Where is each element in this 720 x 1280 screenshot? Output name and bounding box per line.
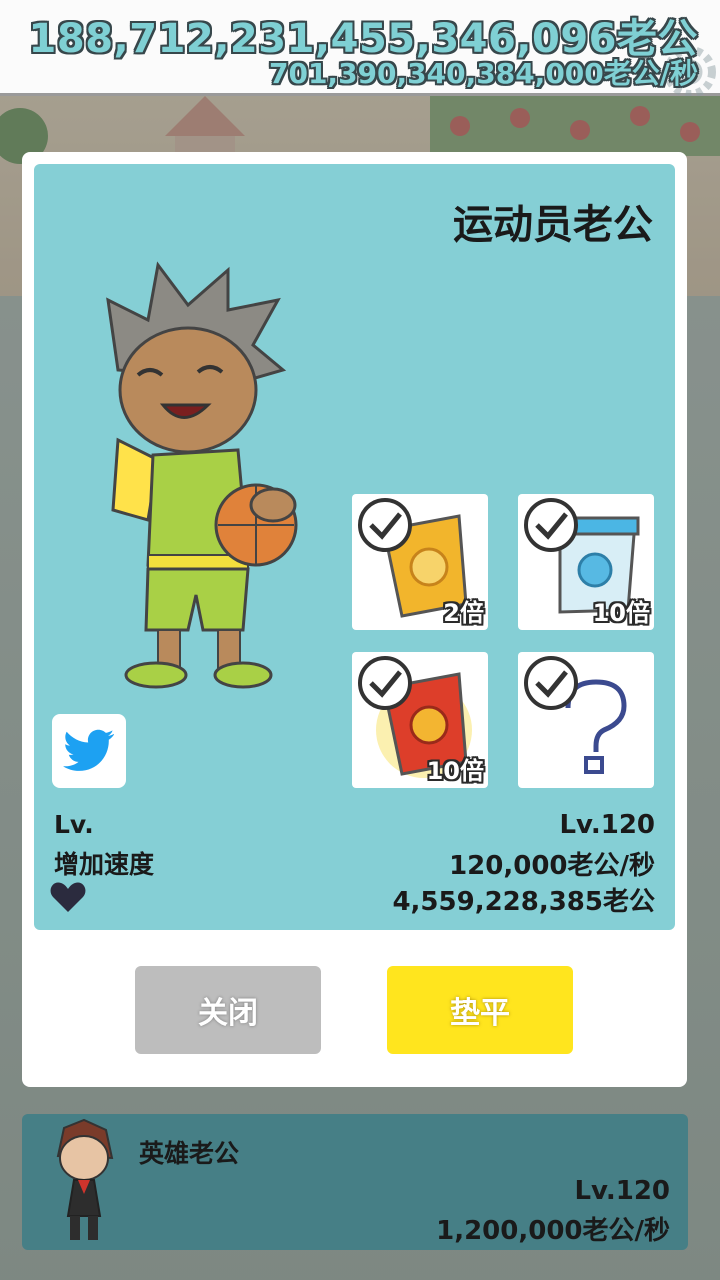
- level-up-button[interactable]: 垫平: [387, 966, 573, 1054]
- total-rate: 701,390,340,384,000老公/秒: [268, 57, 698, 90]
- item-slot-gold-cup[interactable]: 2倍: [352, 494, 488, 630]
- item-slot-blue-cup[interactable]: 10倍: [518, 494, 654, 630]
- character-card: 运动员老公 2倍 10倍 10倍 Lv. Lv.120 增加速度 120,000…: [34, 164, 675, 930]
- athlete-character-icon: [106, 261, 298, 689]
- twitter-share-button[interactable]: [52, 714, 126, 788]
- level-value: Lv.120: [559, 810, 655, 840]
- character-dialog: 运动员老公 2倍 10倍 10倍 Lv. Lv.120 增加速度 120,000…: [22, 152, 687, 1087]
- item-multiplier: 10倍: [426, 757, 484, 785]
- twitter-icon: [63, 729, 115, 771]
- heart-icon: [50, 882, 86, 912]
- level-label: Lv.: [54, 810, 94, 839]
- check-circle-icon: [358, 498, 412, 552]
- check-circle-icon: [524, 498, 578, 552]
- top-bar: 188,712,231,455,346,096老公 701,390,340,38…: [0, 0, 720, 96]
- hero-character-icon: [56, 1118, 114, 1240]
- check-circle-icon: [524, 656, 578, 710]
- check-circle-icon: [358, 656, 412, 710]
- item-slot-unknown[interactable]: [518, 652, 654, 788]
- list-item-name: 英雄老公: [139, 1139, 240, 1168]
- list-item-rate: 1,200,000老公/秒: [436, 1216, 670, 1246]
- close-button[interactable]: 关闭: [135, 966, 321, 1054]
- speed-label: 增加速度: [54, 850, 155, 879]
- favorite-value: 4,559,228,385老公: [392, 887, 655, 917]
- list-item[interactable]: 英雄老公 Lv.120 1,200,000老公/秒: [22, 1114, 688, 1250]
- item-multiplier: 2倍: [443, 599, 484, 627]
- character-name: 运动员老公: [453, 202, 653, 248]
- item-multiplier: 10倍: [592, 599, 650, 627]
- item-slot-red-cup[interactable]: 10倍: [352, 652, 488, 788]
- list-item-level: Lv.120: [574, 1176, 670, 1206]
- speed-value: 120,000老公/秒: [449, 851, 655, 881]
